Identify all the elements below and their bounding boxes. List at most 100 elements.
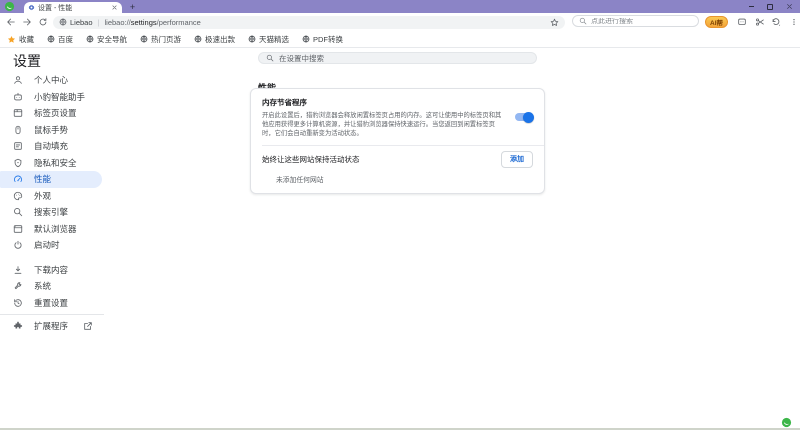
form-autofill-icon <box>13 141 23 151</box>
search-icon <box>579 17 587 25</box>
sidebar-item-reset-settings[interactable]: 重置设置 <box>0 295 102 312</box>
bookmark-label: 天猫精选 <box>259 34 289 45</box>
settings-search-input[interactable] <box>279 54 529 63</box>
bookmark-label: 安全导航 <box>97 34 127 45</box>
sidebar-item-label: 标签页设置 <box>34 107 77 119</box>
globe-icon <box>47 35 55 43</box>
sidebar-item-mouse-gestures[interactable]: 鼠标手势 <box>0 122 102 139</box>
reload-icon[interactable] <box>38 17 48 27</box>
favorites-button[interactable]: 收藏 <box>7 34 34 45</box>
sidebar-item-default-browser[interactable]: 默认浏览器 <box>0 221 102 238</box>
tab-close-icon[interactable] <box>111 4 118 11</box>
sidebar-item-autofill[interactable]: 自动填充 <box>0 138 102 155</box>
new-tab-button[interactable]: + <box>127 2 138 13</box>
sidebar-item-performance[interactable]: 性能 <box>0 171 102 188</box>
globe-icon <box>248 35 256 43</box>
sidebar-item-downloads[interactable]: 下载内容 <box>0 262 102 279</box>
memory-saver-description: 开启此设置后，猎豹浏览器会释放闲置标签页占用的内存。这可让使用中的标签页和其他应… <box>262 111 507 139</box>
memory-saver-row: 内存节省程序 开启此设置后，猎豹浏览器会释放闲置标签页占用的内存。这可让使用中的… <box>251 89 544 145</box>
window-titlebar: 设置 - 性能 + <box>0 0 800 13</box>
site-info-globe-icon[interactable] <box>59 18 67 26</box>
menu-kebab-icon[interactable] <box>790 17 798 27</box>
sidebar-item-tab-settings[interactable]: 标签页设置 <box>0 105 102 122</box>
keep-active-row: 始终让这些网站保持活动状态 添加 <box>251 146 544 173</box>
bookmark-item[interactable]: 热门页游 <box>140 34 181 45</box>
reset-restore-icon <box>13 298 23 308</box>
speedometer-icon <box>13 174 23 184</box>
bookmark-item[interactable]: 百度 <box>47 34 73 45</box>
forward-icon[interactable] <box>22 17 32 27</box>
sidebar-item-on-startup[interactable]: 启动时 <box>0 237 102 254</box>
url-scheme: liebao:// <box>104 18 130 27</box>
sidebar-item-label: 外观 <box>34 190 51 202</box>
sidebar-item-label: 扩展程序 <box>34 320 68 332</box>
memory-saver-title: 内存节省程序 <box>262 97 507 108</box>
sidebar-item-privacy-security[interactable]: 隐私和安全 <box>0 155 102 172</box>
tabs-icon <box>13 108 23 118</box>
download-icon <box>13 265 23 275</box>
bookmark-label: 极速出款 <box>205 34 235 45</box>
globe-icon <box>302 35 310 43</box>
power-icon <box>13 240 23 250</box>
sidebar-item-system[interactable]: 系统 <box>0 278 102 295</box>
settings-gear-favicon-icon <box>28 4 35 11</box>
quick-search-box[interactable] <box>572 15 699 27</box>
sidebar-item-label: 个人中心 <box>34 74 68 86</box>
bookmark-item[interactable]: 安全导航 <box>86 34 127 45</box>
restore-tabs-icon[interactable] <box>771 17 781 27</box>
globe-icon <box>86 35 94 43</box>
minimize-icon[interactable] <box>749 6 754 7</box>
quick-search-input[interactable] <box>591 18 692 25</box>
bookmarks-bar: 收藏 百度 安全导航 热门页游 极速出款 天猫精选 PDF转换 <box>0 31 800 48</box>
page-url: liebao://settings/performance <box>104 18 200 27</box>
bookmark-item[interactable]: 天猫精选 <box>248 34 289 45</box>
favorites-label: 收藏 <box>19 34 34 45</box>
maximize-icon[interactable] <box>767 4 773 10</box>
sidebar-item-assistant[interactable]: 小豹智能助手 <box>0 89 102 106</box>
keep-active-label: 始终让这些网站保持活动状态 <box>262 154 360 165</box>
url-separator: | <box>98 18 100 27</box>
liebao-float-widget-icon[interactable] <box>781 417 792 428</box>
search-icon <box>266 54 274 62</box>
site-label: Liebao <box>70 18 93 27</box>
robot-assistant-icon <box>13 92 23 102</box>
memory-saver-toggle[interactable] <box>515 113 533 121</box>
bookmark-item[interactable]: PDF转换 <box>302 34 343 45</box>
url-path: /performance <box>157 18 201 27</box>
magnifier-icon <box>13 207 23 217</box>
sidebar-item-appearance[interactable]: 外观 <box>0 188 102 205</box>
bookmark-star-icon[interactable] <box>550 18 559 27</box>
sidebar-item-label: 小豹智能助手 <box>34 91 85 103</box>
add-site-button[interactable]: 添加 <box>501 151 533 168</box>
nav-divider <box>0 314 104 315</box>
external-link-icon <box>83 321 93 331</box>
sidebar-item-label: 自动填充 <box>34 140 68 152</box>
sidebar-item-label: 默认浏览器 <box>34 223 77 235</box>
close-window-icon[interactable] <box>786 3 793 10</box>
sidebar-item-label: 启动时 <box>34 239 60 251</box>
globe-icon <box>140 35 148 43</box>
address-bar[interactable]: Liebao | liebao://settings/performance <box>53 16 565 29</box>
browser-toolbar: Liebao | liebao://settings/performance A… <box>0 13 800 31</box>
url-host: settings <box>131 18 157 27</box>
sidebar-item-label: 鼠标手势 <box>34 124 68 136</box>
sidebar-item-personal-center[interactable]: 个人中心 <box>0 72 102 89</box>
chat-assistant-icon[interactable] <box>737 17 747 27</box>
browser-window-icon <box>13 224 23 234</box>
sidebar-item-search-engine[interactable]: 搜索引擎 <box>0 204 102 221</box>
bookmark-label: PDF转换 <box>313 34 343 45</box>
ai-assistant-badge[interactable]: AI帮 <box>705 16 728 28</box>
sidebar-item-extensions[interactable]: 扩展程序 <box>0 318 102 335</box>
bookmark-item[interactable]: 极速出款 <box>194 34 235 45</box>
settings-page: 设置 个人中心 小豹智能助手 标签页设置 鼠标手势 <box>0 48 800 428</box>
browser-tab-settings[interactable]: 设置 - 性能 <box>24 2 122 13</box>
bookmark-label: 热门页游 <box>151 34 181 45</box>
empty-sites-row: 未添加任何网站 <box>251 173 544 193</box>
sidebar-item-label: 隐私和安全 <box>34 157 77 169</box>
scissors-screenshot-icon[interactable] <box>755 17 765 27</box>
window-controls <box>749 0 797 13</box>
settings-search-box[interactable] <box>258 52 537 64</box>
nav-group-gap <box>0 254 800 262</box>
sidebar-item-label: 系统 <box>34 280 51 292</box>
back-icon[interactable] <box>6 17 16 27</box>
